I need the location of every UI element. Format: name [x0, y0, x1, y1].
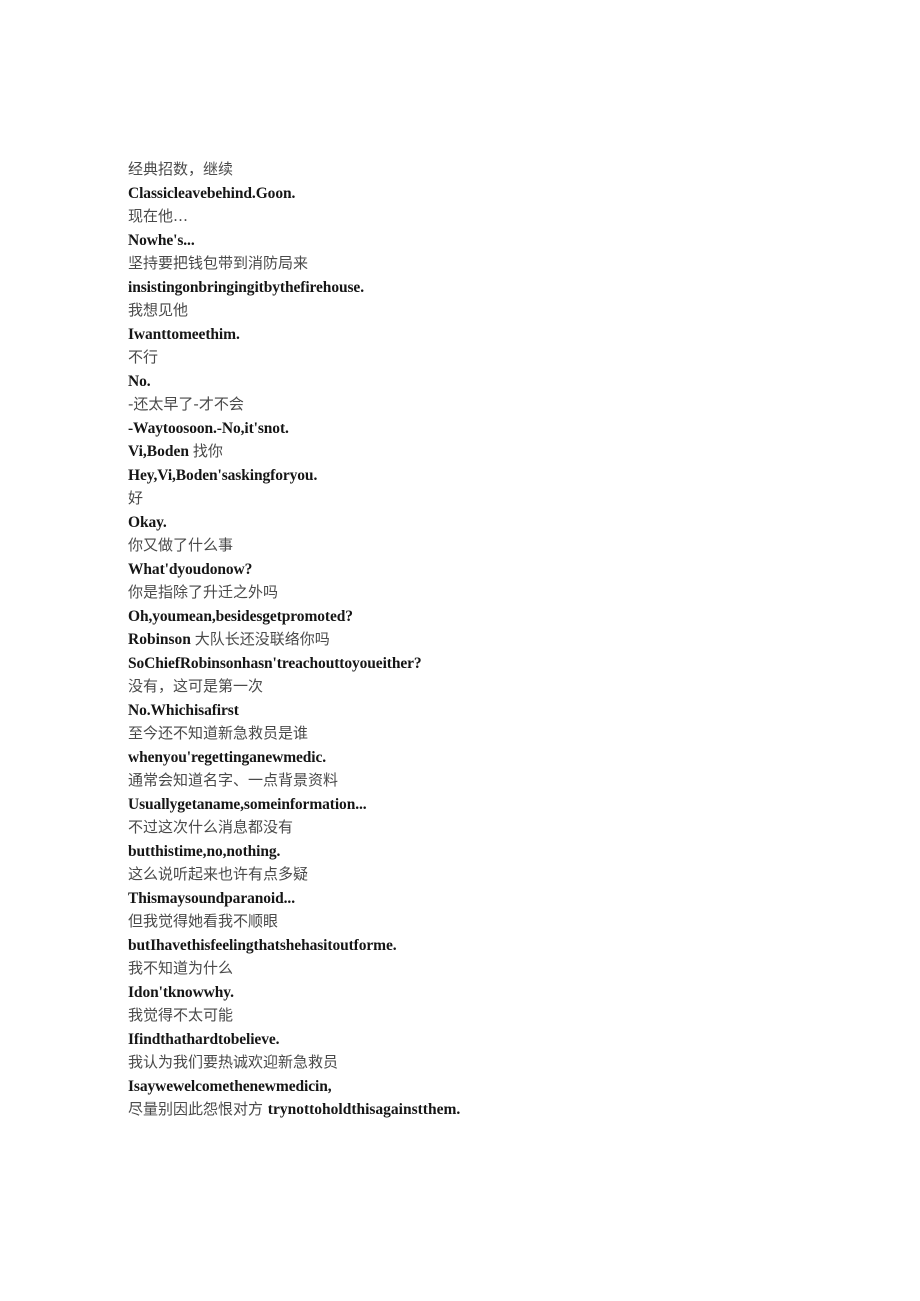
latin-run: Robinson: [128, 631, 195, 648]
transcript-line: 尽量别因此怨恨对方 trynottoholdthisagainstthem.: [128, 1098, 828, 1122]
transcript-line: 坚持要把钱包带到消防局来: [128, 254, 309, 272]
transcript-line: Classicleavebehind.Goon.: [128, 184, 296, 202]
transcript-line: No.Whichisafirst: [128, 701, 239, 719]
transcript-line: 现在他…: [128, 207, 189, 225]
transcript-line: 我认为我们要热诚欢迎新急救员: [128, 1053, 339, 1071]
transcript-line: No.: [128, 372, 151, 390]
latin-run: trynottoholdthisagainstthem.: [267, 1101, 461, 1118]
transcript-line: 至今还不知道新急救员是谁: [128, 724, 309, 742]
transcript-line: Vi,Boden 找你: [128, 440, 828, 464]
transcript-line: Nowhe's...: [128, 231, 195, 249]
transcript-line: 不过这次什么消息都没有: [128, 818, 294, 836]
latin-run: Vi,Boden: [128, 443, 193, 460]
transcript-line: -Waytoosoon.-No,it'snot.: [128, 419, 289, 437]
cjk-run: 大队长还没联络你吗: [194, 630, 330, 648]
transcript-line: 我不知道为什么: [128, 959, 234, 977]
transcript-line: 这么说听起来也许有点多疑: [128, 865, 309, 883]
transcript-line: -还太早了-才不会: [128, 395, 244, 413]
cjk-run: 尽量别因此怨恨对方: [128, 1100, 268, 1118]
transcript-line: 不行: [128, 348, 159, 366]
transcript-line: 通常会知道名字、一点背景资料: [128, 771, 339, 789]
transcript-line: whenyou'regettinganewmedic.: [128, 748, 327, 766]
transcript-line: Usuallygetaname,someinformation...: [128, 795, 367, 813]
document-page: 经典招数，继续 Classicleavebehind.Goon. 现在他… Nowhe…: [0, 0, 920, 1301]
transcript-line: Okay.: [128, 513, 167, 531]
transcript-line: Thismaysoundparanoid...: [128, 889, 295, 907]
transcript-line: butthistime,no,nothing.: [128, 842, 281, 860]
transcript-line: Robinson 大队长还没联络你吗: [128, 628, 828, 652]
transcript-line: Ifindthathardtobelieve.: [128, 1030, 280, 1048]
transcript-line: insistingonbringingitbythefirehouse.: [128, 278, 364, 296]
transcript-line: SoChiefRobinsonhasn'treachouttoyoueither…: [128, 654, 422, 672]
transcript-line: 没有，这可是第一次: [128, 677, 264, 695]
transcript-line: Hey,Vi,Boden'saskingforyou.: [128, 466, 318, 484]
transcript-line: butIhavethisfeelingthatshehasitoutforme.: [128, 936, 397, 954]
transcript-line: 好: [128, 489, 144, 507]
transcript-line: Isaywewelcomethenewmedicin,: [128, 1077, 332, 1095]
cjk-run: 找你: [192, 442, 223, 460]
transcript-line: Iwanttomeethim.: [128, 325, 240, 343]
transcript-line: What'dyoudonow?: [128, 560, 253, 578]
subtitle-transcript: 经典招数，继续 Classicleavebehind.Goon. 现在他… Nowhe…: [128, 158, 828, 1122]
transcript-line: 我想见他: [128, 301, 189, 319]
transcript-line: 我觉得不太可能: [128, 1006, 234, 1024]
transcript-line: 但我觉得她看我不顺眼: [128, 912, 279, 930]
transcript-line: 你又做了什么事: [128, 536, 234, 554]
transcript-line: Oh,youmean,besidesgetpromoted?: [128, 607, 353, 625]
transcript-line: Idon'tknowwhy.: [128, 983, 234, 1001]
transcript-line: 你是指除了升迁之外吗: [128, 583, 279, 601]
transcript-line: 经典招数，继续: [128, 160, 234, 178]
